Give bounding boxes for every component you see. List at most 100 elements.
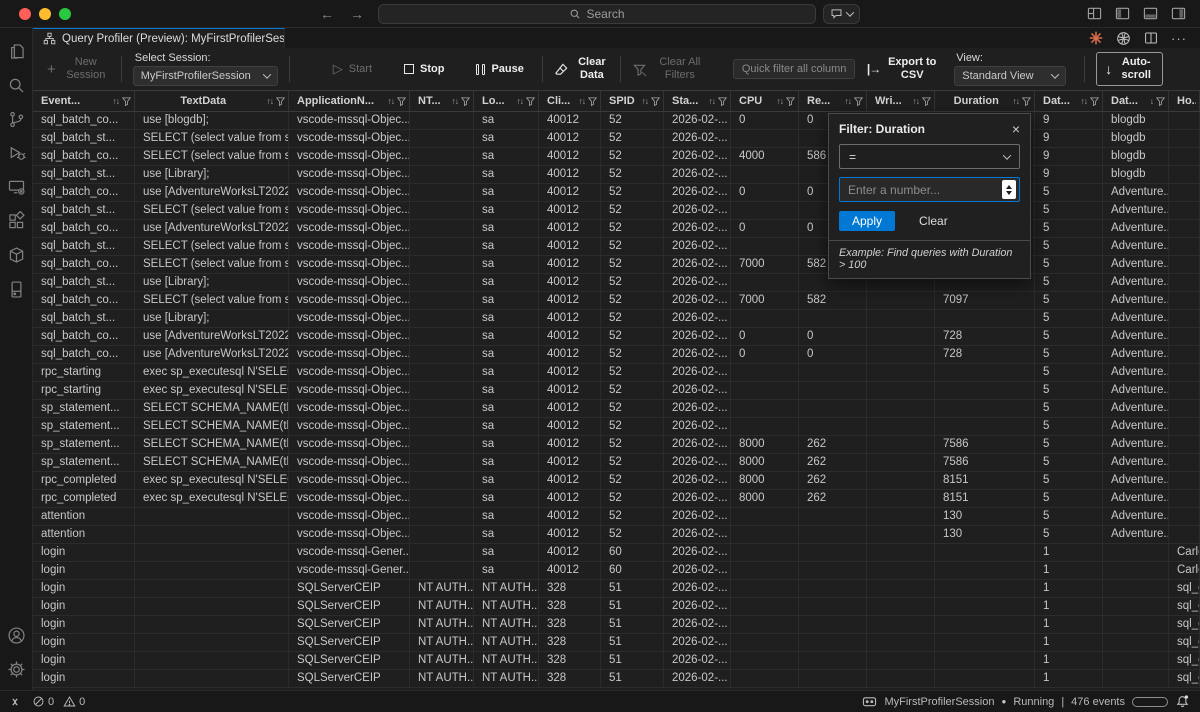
remote-indicator-icon[interactable] (8, 695, 22, 709)
sort-icon[interactable]: ↑↓ (452, 96, 459, 106)
split-editor-icon[interactable] (1144, 31, 1158, 45)
grid-row[interactable]: loginSQLServerCEIPNT AUTH...NT AUTH...32… (33, 598, 1200, 616)
grid-row[interactable]: rpc_completedexec sp_executesql N'SELECT… (33, 490, 1200, 508)
sort-icon[interactable]: ↑↓ (913, 96, 920, 106)
column-header-3[interactable]: NT...↑↓ (410, 91, 474, 111)
sort-icon[interactable]: ↑↓ (1081, 96, 1088, 106)
notifications-bell-icon[interactable] (1175, 694, 1190, 709)
grid-row[interactable]: loginSQLServerCEIPNT AUTH...NT AUTH...32… (33, 652, 1200, 670)
search-view-icon[interactable] (0, 68, 32, 102)
column-header-13[interactable]: Dat...↓ (1103, 91, 1169, 111)
grid-row[interactable]: rpc_startingexec sp_executesql N'SELECT … (33, 382, 1200, 400)
filter-funnel-icon[interactable] (461, 97, 470, 106)
run-debug-icon[interactable] (0, 136, 32, 170)
column-header-14[interactable]: Ho... (1169, 91, 1200, 111)
filter-funnel-icon[interactable] (1022, 97, 1031, 106)
filter-value-input[interactable] (842, 183, 1002, 197)
filter-funnel-icon[interactable] (397, 97, 406, 106)
copilot-menu-button[interactable] (823, 4, 860, 24)
column-header-0[interactable]: Event...↑↓ (33, 91, 135, 111)
column-header-9[interactable]: Re...↑↓ (799, 91, 867, 111)
filter-popup-close-icon[interactable]: × (1012, 122, 1020, 136)
session-select[interactable]: MyFirstProfilerSession (133, 66, 278, 86)
view-select[interactable]: Standard View (954, 66, 1066, 86)
stop-button[interactable]: Stop (404, 63, 444, 75)
column-header-10[interactable]: Wri...↑↓ (867, 91, 935, 111)
forward-arrow-icon[interactable]: → (350, 6, 364, 22)
column-header-4[interactable]: Lo...↑↓ (474, 91, 539, 111)
grid-row[interactable]: sql_batch_co...use [AdventureWorksLT2022… (33, 328, 1200, 346)
filter-funnel-icon[interactable] (786, 97, 795, 106)
sql-server-icon[interactable] (0, 272, 32, 306)
extension-starburst-icon[interactable] (1089, 31, 1103, 45)
grid-row[interactable]: rpc_startingexec sp_executesql N'SELECT … (33, 364, 1200, 382)
column-header-12[interactable]: Dat...↑↓ (1035, 91, 1103, 111)
close-window-button[interactable] (19, 8, 31, 20)
export-csv-button[interactable]: |→ Export to CSV (867, 56, 938, 82)
toggle-secondary-sidebar-icon[interactable] (1171, 6, 1186, 21)
clear-button[interactable]: Clear (919, 214, 948, 228)
grid-row[interactable]: loginSQLServerCEIPNT AUTH...NT AUTH...32… (33, 634, 1200, 652)
zoom-window-button[interactable] (59, 8, 71, 20)
filter-operator-select[interactable]: = (839, 144, 1020, 169)
minimize-window-button[interactable] (39, 8, 51, 20)
filter-funnel-icon[interactable] (526, 97, 535, 106)
settings-gear-icon[interactable] (0, 652, 32, 686)
column-header-11[interactable]: Duration↑↓ (935, 91, 1035, 111)
filter-funnel-icon[interactable] (651, 97, 660, 106)
autoscroll-button[interactable]: ↓ Auto-scroll (1096, 52, 1163, 86)
grid-row[interactable]: sp_statement...SELECT SCHEMA_NAME(tbl.sc… (33, 454, 1200, 472)
explorer-icon[interactable] (0, 34, 32, 68)
toggle-panel-icon[interactable] (1143, 6, 1158, 21)
problems-indicator[interactable]: 0 0 (32, 695, 85, 708)
apply-button[interactable]: Apply (839, 211, 895, 231)
column-header-7[interactable]: Sta...↑↓ (664, 91, 731, 111)
filter-funnel-icon[interactable] (1156, 97, 1165, 106)
sort-icon[interactable]: ↑↓ (267, 96, 274, 106)
customize-layout-icon[interactable] (1087, 6, 1102, 21)
grid-row[interactable]: sql_batch_st...use [Library];vscode-mssq… (33, 310, 1200, 328)
command-center-search[interactable]: Search (378, 4, 816, 24)
more-actions-icon[interactable]: ··· (1171, 31, 1187, 46)
stepper-up-icon[interactable] (1006, 185, 1012, 189)
source-control-icon[interactable] (0, 102, 32, 136)
grid-row[interactable]: loginvscode-mssql-Gener...sa40012602026-… (33, 562, 1200, 580)
filter-funnel-icon[interactable] (922, 97, 931, 106)
quick-filter-input[interactable] (733, 59, 855, 79)
remote-explorer-icon[interactable] (0, 170, 32, 204)
column-header-5[interactable]: Cli...↑↓ (539, 91, 601, 111)
sort-icon[interactable]: ↑↓ (642, 96, 649, 106)
sort-icon[interactable]: ↑↓ (709, 96, 716, 106)
number-stepper[interactable] (1002, 180, 1016, 199)
column-header-2[interactable]: ApplicationN...↑↓ (289, 91, 410, 111)
sort-icon[interactable]: ↑↓ (777, 96, 784, 106)
sort-icon[interactable]: ↓ (1150, 96, 1153, 106)
clear-all-filters-button[interactable]: Clear All Filters (632, 56, 707, 82)
toggle-sidebar-icon[interactable] (1115, 6, 1130, 21)
filter-funnel-icon[interactable] (718, 97, 727, 106)
sort-icon[interactable]: ↑↓ (579, 96, 586, 106)
pause-button[interactable]: Pause (476, 63, 523, 75)
sort-icon[interactable]: ↑↓ (388, 96, 395, 106)
filter-funnel-icon[interactable] (854, 97, 863, 106)
grid-row[interactable]: loginSQLServerCEIPNT AUTH...NT AUTH...32… (33, 580, 1200, 598)
column-header-6[interactable]: SPID↑↓ (601, 91, 664, 111)
stepper-down-icon[interactable] (1006, 191, 1012, 195)
sort-icon[interactable]: ↑↓ (845, 96, 852, 106)
grid-row[interactable]: loginSQLServerCEIPNT AUTH...NT AUTH...32… (33, 670, 1200, 688)
grid-row[interactable]: attentionvscode-mssql-Objec...sa40012522… (33, 526, 1200, 544)
grid-row[interactable]: sp_statement...SELECT SCHEMA_NAME(tbl.sc… (33, 400, 1200, 418)
grid-row[interactable]: sql_batch_co...SELECT (select value from… (33, 292, 1200, 310)
sort-icon[interactable]: ↑↓ (1013, 96, 1020, 106)
column-header-1[interactable]: TextData↑↓ (135, 91, 289, 111)
sort-icon[interactable]: ↑↓ (517, 96, 524, 106)
grid-row[interactable]: sp_statement...SELECT SCHEMA_NAME(tbl.sc… (33, 418, 1200, 436)
filter-funnel-icon[interactable] (588, 97, 597, 106)
session-name[interactable]: MyFirstProfilerSession (884, 696, 994, 708)
back-arrow-icon[interactable]: ← (320, 6, 334, 22)
start-button[interactable]: ▷ Start (333, 61, 372, 77)
copilot-knot-icon[interactable] (1116, 31, 1131, 46)
extensions-icon[interactable] (0, 204, 32, 238)
grid-row[interactable]: loginvscode-mssql-Gener...sa40012602026-… (33, 544, 1200, 562)
grid-row[interactable]: rpc_completedexec sp_executesql N'SELECT… (33, 472, 1200, 490)
